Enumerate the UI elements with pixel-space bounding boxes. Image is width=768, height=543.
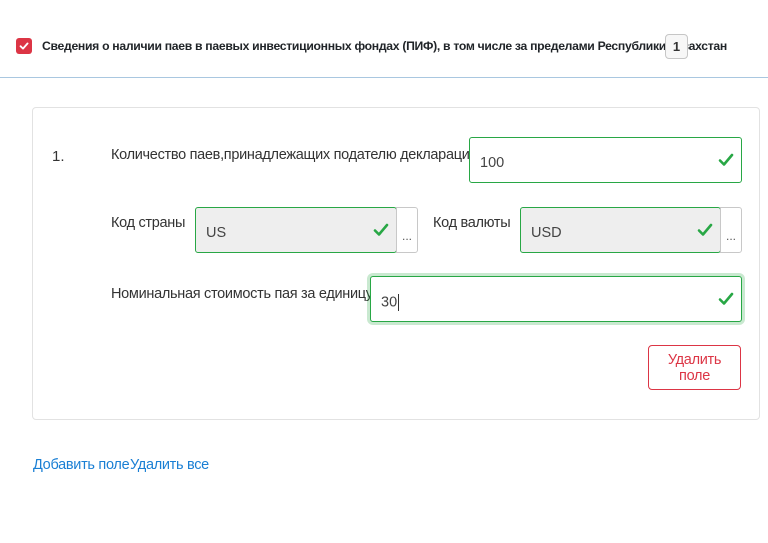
nominal-label: Номинальная стоимость пая за единицу [111, 286, 373, 302]
nominal-input[interactable]: 30 [370, 276, 742, 322]
check-icon [718, 292, 734, 305]
checkmark-icon [19, 42, 29, 50]
add-field-link[interactable]: Добавить поле [33, 457, 130, 473]
country-value: US [206, 225, 227, 241]
nominal-value-wrap: 30 [381, 293, 731, 311]
text-caret [398, 293, 400, 311]
country-picker-button[interactable]: ... [396, 207, 418, 253]
shares-value: 100 [480, 155, 505, 171]
section-checkbox[interactable] [16, 38, 32, 54]
currency-input[interactable]: USD [520, 207, 721, 253]
nominal-value: 30 [381, 293, 398, 310]
item-number: 1. [52, 148, 65, 165]
currency-picker-button[interactable]: ... [720, 207, 742, 253]
section-header: Сведения о наличии паев в паевых инвести… [0, 0, 768, 78]
country-input[interactable]: US [195, 207, 397, 253]
check-icon [373, 223, 389, 236]
check-icon [697, 223, 713, 236]
delete-field-button[interactable]: Удалить поле [648, 345, 741, 390]
section-count-badge: 1 [665, 34, 688, 59]
shares-label: Количество паев,принадлежащих подателю д… [111, 147, 478, 163]
currency-value: USD [531, 225, 562, 241]
section-title: Сведения о наличии паев в паевых инвести… [42, 39, 727, 53]
check-icon [718, 153, 734, 166]
shares-input[interactable]: 100 [469, 137, 742, 183]
delete-all-link[interactable]: Удалить все [130, 457, 209, 473]
country-label: Код страны [111, 215, 186, 231]
currency-label: Код валюты [433, 215, 511, 231]
